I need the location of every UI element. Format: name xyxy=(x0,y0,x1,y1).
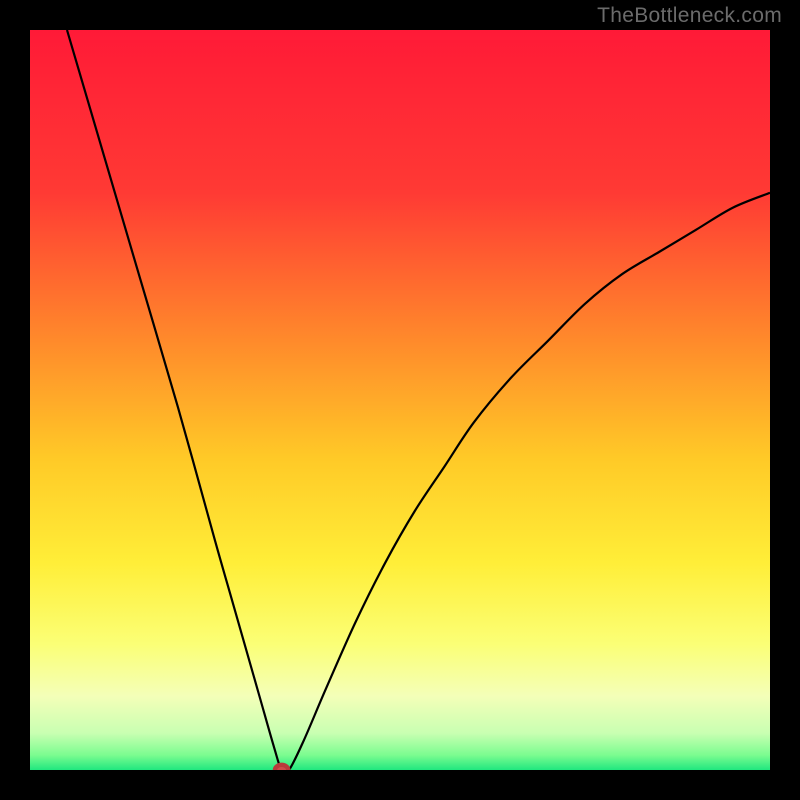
watermark-text: TheBottleneck.com xyxy=(597,4,782,28)
plot-svg xyxy=(30,30,770,770)
plot-area xyxy=(30,30,770,770)
gradient-background xyxy=(30,30,770,770)
chart-frame: TheBottleneck.com xyxy=(0,0,800,800)
minimum-marker xyxy=(275,765,288,770)
